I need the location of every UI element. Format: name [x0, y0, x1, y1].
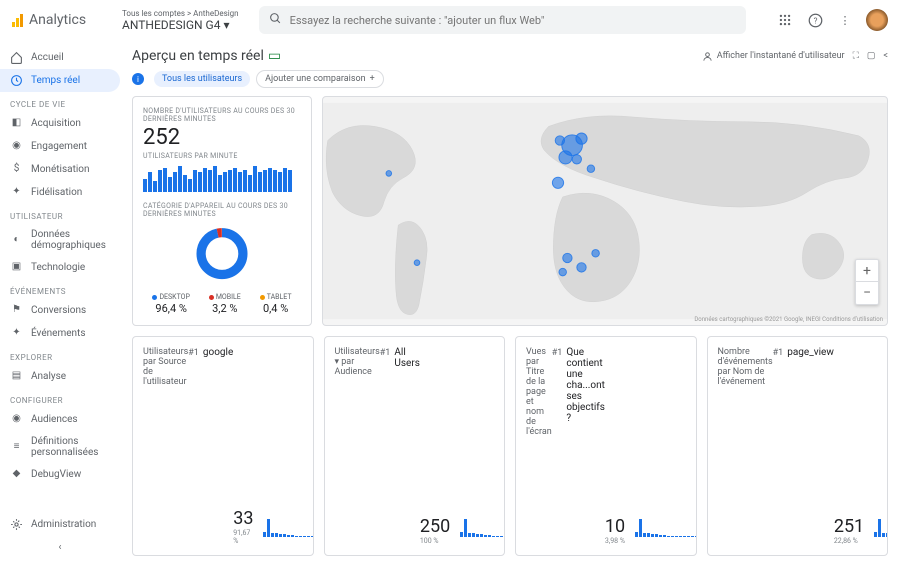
doc-icon: ▭: [268, 48, 281, 64]
sidebar-item-technologie[interactable]: ▣Technologie: [0, 256, 120, 279]
map-attribution: Données cartographiques ©2021 Google, IN…: [694, 316, 883, 323]
plus-icon: +: [370, 74, 375, 84]
sidebar-item-accueil[interactable]: Accueil: [0, 46, 120, 69]
metric-card-3: Nombre d'événements par Nom de l'événeme…: [707, 336, 889, 556]
zoom-in-button[interactable]: +: [856, 260, 878, 282]
metric-card-1: Utilisateurs ▾ par Audience#1All Users25…: [324, 336, 506, 556]
nav-icon: ≡: [10, 441, 23, 454]
more-vert-icon[interactable]: ⋮: [836, 11, 854, 29]
sidebar-item-fid-lisation[interactable]: ✦Fidélisation: [0, 181, 120, 204]
nav-icon: ◐: [10, 234, 23, 247]
search-bar[interactable]: [259, 6, 746, 34]
sidebar-item--v-nements[interactable]: ✦Événements: [0, 322, 120, 345]
card-title: Utilisateurs par Source de l'utilisateur: [143, 347, 188, 539]
sidebar-item-acquisition[interactable]: ◧Acquisition: [0, 112, 120, 135]
clock-icon: [10, 74, 23, 87]
device-legend-item: MOBILE3,2 %: [209, 293, 241, 315]
home-icon: [10, 51, 23, 64]
sparkline-chart: [635, 519, 696, 537]
nav-icon: ◉: [10, 140, 23, 153]
gear-icon: [10, 518, 23, 531]
sidebar-item-d-finitions-personnalis-es[interactable]: ≡Définitions personnalisées: [0, 431, 120, 463]
export-icon[interactable]: ▢: [867, 51, 876, 61]
nav-icon: ◆: [10, 468, 23, 481]
apps-grid-icon[interactable]: [776, 11, 794, 29]
card-title: Nombre d'événements par Nom de l'événeme…: [718, 347, 773, 539]
sidebar: Accueil Temps réel CYCLE DE VIE ◧Acquisi…: [0, 40, 120, 563]
sidebar-item-admin[interactable]: Administration: [0, 513, 120, 536]
zoom-out-button[interactable]: −: [856, 282, 878, 304]
card-title: Vues par Titre de la page et nom de l'éc…: [526, 347, 552, 539]
analytics-logo-icon: [12, 13, 23, 27]
search-icon: [269, 12, 282, 28]
nav-icon: ⚑: [10, 304, 23, 317]
info-icon[interactable]: i: [132, 73, 144, 85]
metric-card-2: Vues par Titre de la page et nom de l'éc…: [515, 336, 697, 556]
svg-text:?: ?: [813, 15, 817, 25]
brand-name: Analytics: [29, 12, 86, 28]
realtime-map[interactable]: + − Données cartographiques ©2021 Google…: [322, 96, 888, 326]
search-input[interactable]: [290, 14, 736, 27]
sidebar-item-tempsreel[interactable]: Temps réel: [0, 69, 120, 92]
user-view-icon: [702, 51, 713, 62]
nav-icon: $: [10, 163, 23, 176]
metric-card-0: Utilisateurs par Source de l'utilisateur…: [132, 336, 314, 556]
sidebar-item-analyse[interactable]: ▤Analyse: [0, 365, 120, 388]
fullscreen-icon[interactable]: ⛶: [853, 51, 859, 61]
snapshot-button[interactable]: Afficher l'instantané d'utilisateur: [702, 51, 845, 62]
property-selector[interactable]: Tous les comptes > AntheDesign ANTHEDESI…: [122, 9, 239, 32]
sparkline-chart: [460, 519, 505, 537]
share-icon[interactable]: <: [883, 51, 888, 61]
users-count: 252: [143, 125, 301, 150]
nav-icon: ◧: [10, 117, 23, 130]
sidebar-item-mon-tisation[interactable]: $Monétisation: [0, 158, 120, 181]
sparkline-chart: [263, 519, 313, 537]
sidebar-item-debugview[interactable]: ◆DebugView: [0, 463, 120, 486]
realtime-summary-card: NOMBRE D'UTILISATEURS AU COURS DES 30 DE…: [132, 96, 312, 326]
device-legend-item: TABLET0,4 %: [260, 293, 292, 315]
sidebar-collapse-button[interactable]: ‹: [0, 536, 120, 559]
map-zoom-control: + −: [855, 259, 879, 305]
device-donut-chart: [192, 226, 252, 281]
add-comparison-button[interactable]: Ajouter une comparaison+: [256, 70, 384, 88]
sidebar-item-audiences[interactable]: ◉Audiences: [0, 408, 120, 431]
help-icon[interactable]: ?: [806, 11, 824, 29]
chevron-down-icon: ▾: [223, 18, 229, 32]
world-map-icon: [323, 97, 887, 325]
sidebar-item-engagement[interactable]: ◉Engagement: [0, 135, 120, 158]
nav-icon: ▣: [10, 261, 23, 274]
users-per-minute-chart: [143, 166, 301, 192]
user-avatar[interactable]: [866, 9, 888, 31]
nav-icon: ✦: [10, 327, 23, 340]
nav-icon: ✦: [10, 186, 23, 199]
page-title: Aperçu en temps réel▭: [132, 48, 281, 64]
nav-icon: ▤: [10, 370, 23, 383]
nav-icon: ◉: [10, 413, 23, 426]
filter-all-users[interactable]: Tous les utilisateurs: [154, 71, 250, 87]
card-title: Utilisateurs ▾ par Audience: [335, 347, 380, 539]
sidebar-item-conversions[interactable]: ⚑Conversions: [0, 299, 120, 322]
device-legend-item: DESKTOP96,4 %: [152, 293, 189, 315]
sidebar-item-donn-es-d-mographiques[interactable]: ◐Données démographiques: [0, 224, 120, 256]
sparkline-chart: [874, 519, 888, 537]
